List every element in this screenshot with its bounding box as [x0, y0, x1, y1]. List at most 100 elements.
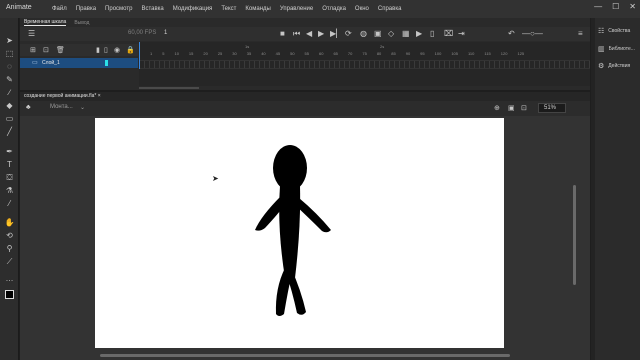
onion-skin-icon[interactable]: ◍: [360, 29, 367, 38]
insert-blank-keyframe-icon[interactable]: ▯: [430, 29, 434, 38]
menu-file[interactable]: Файл: [52, 6, 67, 12]
loop-icon[interactable]: ⟳: [345, 29, 352, 38]
stick-figure-shapes: [255, 145, 331, 316]
lasso-tool-icon[interactable]: ◌: [3, 62, 16, 72]
selection-tool-icon[interactable]: ➤: [3, 36, 16, 46]
ink-bottle-icon[interactable]: ⚗: [3, 186, 16, 196]
playhead[interactable]: [139, 42, 140, 69]
chevron-down-icon[interactable]: ⌄: [80, 104, 85, 111]
document-tab[interactable]: создание первой анимации.fla* ×: [24, 93, 101, 99]
zoom-field[interactable]: 51%: [538, 103, 566, 113]
zoom-slider-icon[interactable]: —○—: [522, 29, 543, 38]
show-outline-icon[interactable]: ▯: [104, 46, 108, 54]
next-frame-icon[interactable]: ▶▏: [330, 29, 342, 38]
menu-text[interactable]: Текст: [221, 6, 236, 12]
line-tool-icon[interactable]: ╱: [3, 127, 16, 137]
hide-layer-icon[interactable]: ◉: [114, 46, 120, 54]
play-button-icon[interactable]: ▶: [416, 29, 422, 38]
layer-header: [20, 44, 138, 56]
stick-figure[interactable]: [95, 118, 504, 348]
ruler-mark: 90: [405, 51, 411, 56]
menu-insert[interactable]: Вставка: [141, 6, 163, 12]
panel-actions[interactable]: ⚙ Действия: [598, 62, 630, 70]
new-folder-icon[interactable]: ⊡: [43, 46, 49, 54]
prev-frame-icon[interactable]: ◀: [306, 29, 312, 38]
eraser-tool-icon[interactable]: ◆: [3, 101, 16, 111]
ruler-mark: 25: [217, 51, 223, 56]
undo-icon[interactable]: ↶: [508, 29, 515, 38]
center-stage-icon[interactable]: ⊕: [494, 104, 500, 112]
ruler-mark: 40: [261, 51, 266, 56]
menu-edit[interactable]: Правка: [76, 6, 96, 12]
frame-ruler: 1 5 10 15 20 25 30 35 40 45 50 55 60 65 70 75 80 85 90 95 10…: [150, 51, 524, 56]
tab-output[interactable]: Вывод: [74, 20, 89, 26]
current-frame[interactable]: 1: [164, 30, 167, 36]
paint-bucket-icon[interactable]: ⛋: [3, 173, 16, 183]
stroke-color-swatch[interactable]: [3, 290, 16, 300]
pen-tool-icon[interactable]: ✒: [3, 147, 16, 157]
maximize-button[interactable]: ☐: [612, 2, 619, 11]
layer-name[interactable]: Слой_1: [42, 60, 60, 66]
frame-strip[interactable]: [139, 60, 590, 69]
menu-control[interactable]: Управление: [280, 6, 313, 12]
more-tools-icon[interactable]: …: [3, 274, 16, 284]
scene-icon[interactable]: ♣: [26, 104, 31, 111]
insert-frame-icon[interactable]: ▦: [402, 29, 410, 38]
rotate-tool-icon[interactable]: ⟲: [3, 231, 16, 241]
ruler-mark: 115: [484, 51, 491, 56]
timeline-controls: [20, 27, 590, 41]
tab-timeline[interactable]: Временная шкала: [24, 19, 67, 26]
timeline-menu-icon[interactable]: ≡: [578, 29, 583, 38]
menu-debug[interactable]: Отладка: [322, 6, 346, 12]
play-icon[interactable]: ▶: [318, 29, 324, 38]
width-tool-icon[interactable]: ⟋: [3, 257, 16, 267]
timeline-scrollbar[interactable]: [139, 87, 199, 89]
ruler-mark: 30: [232, 51, 237, 56]
tween-icon[interactable]: ⇥: [458, 29, 465, 38]
insert-keyframe-icon[interactable]: ◇: [388, 29, 394, 38]
menu-modify[interactable]: Модификация: [173, 6, 213, 12]
menu-window[interactable]: Окно: [355, 6, 369, 12]
menu-commands[interactable]: Команды: [245, 6, 270, 12]
hand-tool-icon[interactable]: ✋: [3, 218, 16, 228]
clear-keyframe-icon[interactable]: ⌧: [444, 29, 453, 38]
horizontal-scrollbar[interactable]: [100, 354, 510, 357]
panel-library[interactable]: ▥ Библиоте...: [598, 45, 635, 53]
zoom-tool-icon[interactable]: ⚲: [3, 244, 16, 254]
ruler-mark: 60: [319, 51, 324, 56]
ruler-mark: 105: [451, 51, 458, 56]
stop-icon[interactable]: ■: [280, 29, 285, 38]
minimize-button[interactable]: —: [594, 2, 602, 11]
brush-tool-icon[interactable]: ✎: [3, 75, 16, 85]
rectangle-tool-icon[interactable]: ▭: [3, 114, 16, 124]
ruler-mark: 5: [162, 51, 165, 56]
panel-properties-label: Свойства: [608, 28, 631, 34]
stage-options-icon[interactable]: ⊡: [521, 104, 527, 112]
menu-view[interactable]: Просмотр: [105, 6, 132, 12]
timeline-tabs: Временная шкала Вывод: [20, 18, 89, 27]
scene-name[interactable]: Монта...: [50, 104, 73, 110]
edit-multiple-frames-icon[interactable]: ▣: [374, 29, 382, 38]
highlight-layers-icon[interactable]: ▮: [96, 46, 100, 54]
vertical-scrollbar[interactable]: [573, 185, 576, 285]
clip-content-icon[interactable]: ▣: [508, 104, 515, 112]
first-frame-icon[interactable]: ⏮: [293, 29, 300, 39]
new-layer-icon[interactable]: ⊞: [30, 46, 36, 54]
subselection-tool-icon[interactable]: ⬚: [3, 49, 16, 59]
ruler-mark: 55: [304, 51, 309, 56]
delete-layer-icon[interactable]: 🗑: [56, 46, 65, 54]
lock-layer-icon[interactable]: 🔒: [126, 46, 135, 54]
text-tool-icon[interactable]: T: [3, 160, 16, 170]
menu-help[interactable]: Справка: [378, 6, 402, 12]
fps-display[interactable]: 60,00 FPS: [128, 30, 156, 36]
figure-leg-right: [286, 268, 306, 315]
close-button[interactable]: ✕: [629, 2, 636, 11]
app-name: Animate: [6, 4, 32, 11]
eyedropper-icon[interactable]: ⁄: [3, 199, 16, 209]
document-tab-close[interactable]: ×: [98, 93, 101, 99]
layer-color-swatch[interactable]: [105, 60, 108, 66]
figure-head: [273, 145, 307, 191]
panel-properties[interactable]: ☷ Свойства: [598, 27, 630, 35]
paint-brush-icon[interactable]: ∕: [3, 88, 16, 98]
layers-icon[interactable]: ☰: [28, 29, 35, 38]
